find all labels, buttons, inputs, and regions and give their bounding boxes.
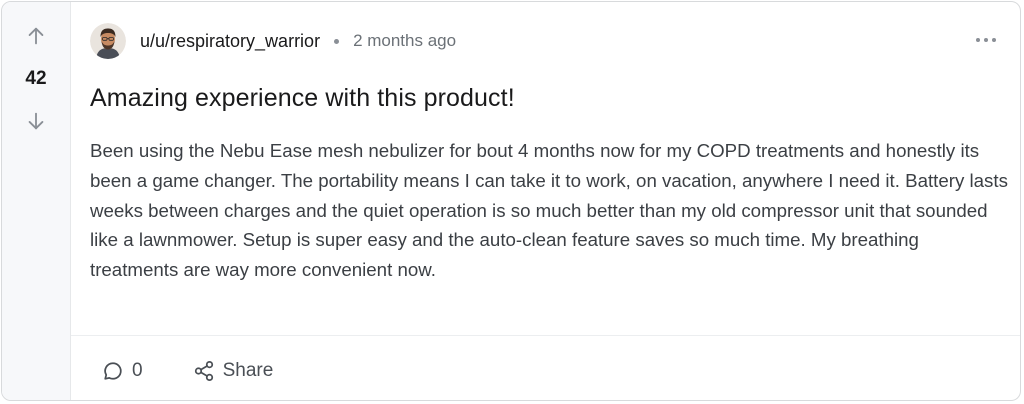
more-horizontal-icon (976, 38, 996, 42)
comment-button[interactable]: 0 (102, 354, 143, 388)
post-header: u/u/respiratory_warrior 2 months ago (90, 22, 456, 60)
post-actions: 0 Share (102, 354, 273, 388)
share-nodes-icon (194, 360, 213, 382)
avatar[interactable] (90, 23, 126, 59)
user-avatar-icon (90, 23, 126, 59)
downvote-button[interactable] (24, 109, 48, 133)
vote-column: 42 (2, 2, 71, 400)
arrow-up-icon (28, 27, 44, 45)
upvote-button[interactable] (24, 24, 48, 48)
arrow-down-icon (28, 112, 44, 130)
post-main: u/u/respiratory_warrior 2 months ago Ama… (71, 2, 1020, 400)
post-author[interactable]: u/u/respiratory_warrior (140, 31, 320, 52)
divider (71, 335, 1020, 336)
post-title: Amazing experience with this product! (90, 84, 515, 112)
post-timestamp: 2 months ago (353, 31, 457, 50)
comment-bubble-icon (104, 362, 122, 380)
more-options-button[interactable] (972, 28, 1000, 52)
share-label: Share (222, 360, 274, 381)
vote-score: 42 (25, 68, 47, 89)
separator-dot (334, 38, 340, 44)
share-button[interactable]: Share (193, 354, 274, 388)
post-body: Been using the Nebu Ease mesh nebulizer … (90, 140, 1008, 281)
post-card: 42 u/u/respiratory_warrior 2 months ago … (1, 1, 1021, 401)
comment-count: 0 (132, 360, 143, 381)
